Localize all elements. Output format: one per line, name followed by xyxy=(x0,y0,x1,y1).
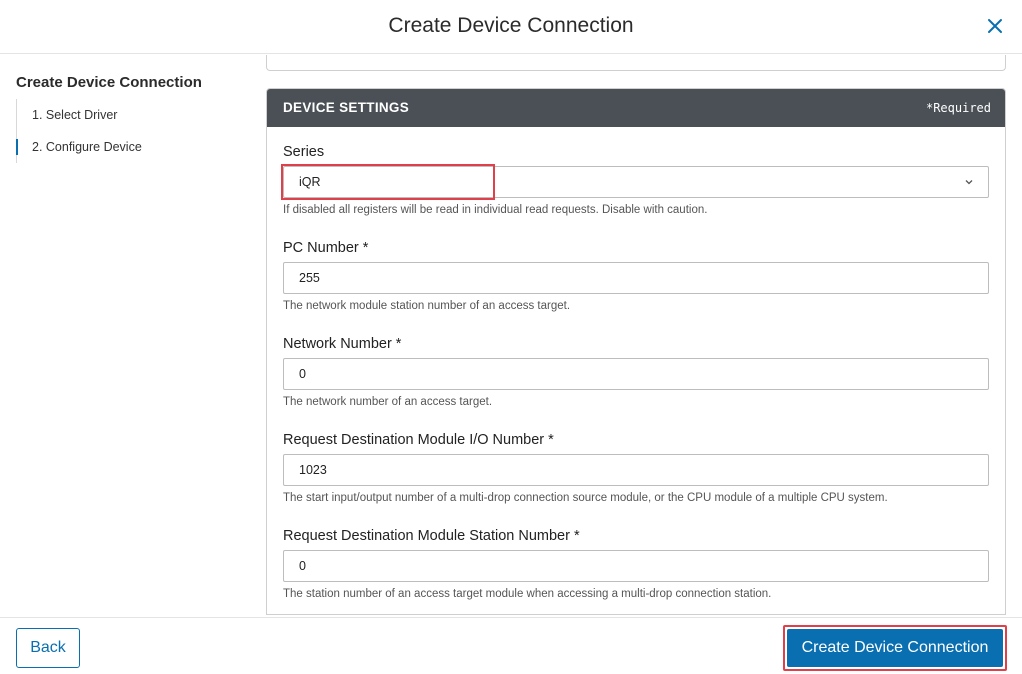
series-value: iQR xyxy=(299,175,321,189)
previous-section-card xyxy=(266,55,1006,71)
pc-number-label: PC Number * xyxy=(283,240,369,256)
create-device-connection-button[interactable]: Create Device Connection xyxy=(787,629,1003,667)
station-number-label: Request Destination Module Station Numbe… xyxy=(283,528,580,544)
dialog-footer: Back Create Device Connection xyxy=(0,617,1022,674)
io-number-label: Request Destination Module I/O Number * xyxy=(283,432,554,448)
series-help: If disabled all registers will be read i… xyxy=(283,204,708,216)
create-button-highlight: Create Device Connection xyxy=(783,625,1007,671)
required-note: *Required xyxy=(925,101,991,115)
pc-number-field: PC Number * 255 The network module stati… xyxy=(283,238,989,314)
wizard-steps: 1. Select Driver 2. Configure Device xyxy=(16,99,216,163)
network-number-input[interactable]: 0 xyxy=(283,358,989,390)
pc-number-help: The network module station number of an … xyxy=(283,300,571,312)
step-configure-device[interactable]: 2. Configure Device xyxy=(16,131,216,163)
series-select[interactable]: iQR xyxy=(283,166,989,198)
chevron-down-icon xyxy=(964,177,974,187)
station-number-input[interactable]: 0 xyxy=(283,550,989,582)
network-number-field: Network Number * 0 The network number of… xyxy=(283,334,989,410)
series-field: Series iQR If disabled all registers wil… xyxy=(281,142,989,218)
series-label: Series xyxy=(283,144,325,160)
panel-header: DEVICE SETTINGS *Required xyxy=(267,89,1005,127)
dialog-header: Create Device Connection xyxy=(0,0,1022,54)
pc-number-input[interactable]: 255 xyxy=(283,262,989,294)
wizard-sidebar: Create Device Connection 1. Select Drive… xyxy=(0,55,250,617)
panel-title: DEVICE SETTINGS xyxy=(283,100,410,115)
io-number-help: The start input/output number of a multi… xyxy=(283,492,888,504)
station-number-help: The station number of an access target m… xyxy=(283,588,772,600)
close-button[interactable] xyxy=(984,15,1006,37)
close-icon xyxy=(988,19,1002,33)
network-number-help: The network number of an access target. xyxy=(283,396,493,408)
dialog-title: Create Device Connection xyxy=(388,14,634,37)
network-number-label: Network Number * xyxy=(283,336,402,352)
step-select-driver[interactable]: 1. Select Driver xyxy=(17,99,216,131)
io-number-input[interactable]: 1023 xyxy=(283,454,989,486)
sidebar-title: Create Device Connection xyxy=(16,74,202,91)
device-settings-panel: DEVICE SETTINGS *Required Series iQR If … xyxy=(266,88,1006,615)
main-content[interactable]: DEVICE SETTINGS *Required Series iQR If … xyxy=(250,55,1022,617)
io-number-field: Request Destination Module I/O Number * … xyxy=(283,430,989,506)
back-button[interactable]: Back xyxy=(16,628,80,668)
station-number-field: Request Destination Module Station Numbe… xyxy=(283,526,989,602)
